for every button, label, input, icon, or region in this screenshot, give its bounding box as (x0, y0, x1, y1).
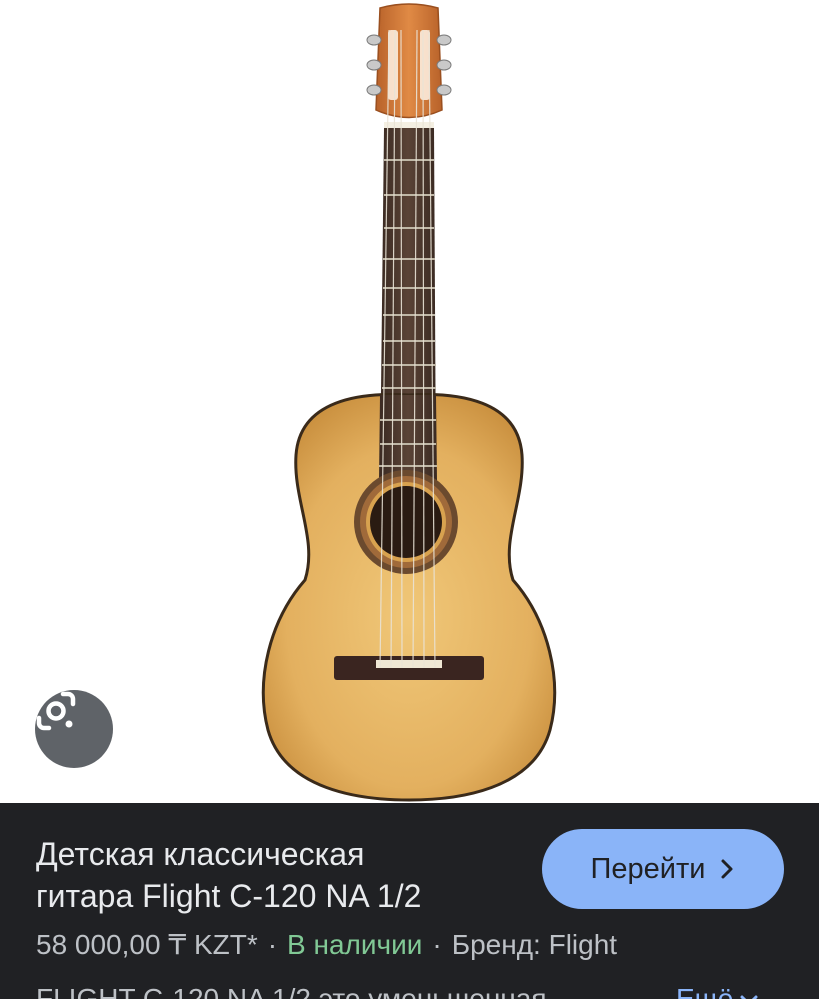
chevron-down-icon (740, 995, 758, 999)
separator-dot: · (267, 929, 278, 960)
product-title-line-2: гитара Flight C-120 NA 1/2 (36, 878, 422, 914)
product-brand: Бренд: Flight (451, 929, 618, 960)
product-meta: 58 000,00 ₸ KZT* · В наличии · Бренд: Flight (36, 927, 617, 963)
go-button-label: Перейти (590, 852, 706, 885)
product-title-line-1: Детская классическая (36, 836, 365, 872)
google-lens-icon (36, 691, 76, 731)
availability-status: В наличии (287, 929, 423, 960)
product-title[interactable]: Детская классическая гитара Flight C-120… (36, 833, 516, 917)
product-info-panel: Детская классическая гитара Flight C-120… (0, 803, 819, 999)
product-description: FLIGHT C-120 NA 1/2 это уменьшенная (36, 983, 547, 999)
more-button[interactable]: Ещё (676, 981, 759, 999)
google-lens-button[interactable] (35, 690, 113, 768)
guitar-image (261, 3, 557, 802)
chevron-right-icon (721, 859, 733, 879)
separator-dot: · (432, 929, 442, 960)
product-price: 58 000,00 ₸ KZT* (36, 929, 258, 960)
go-button[interactable]: Перейти (542, 829, 784, 909)
product-image[interactable] (0, 0, 819, 803)
more-label: Ещё (676, 983, 734, 999)
